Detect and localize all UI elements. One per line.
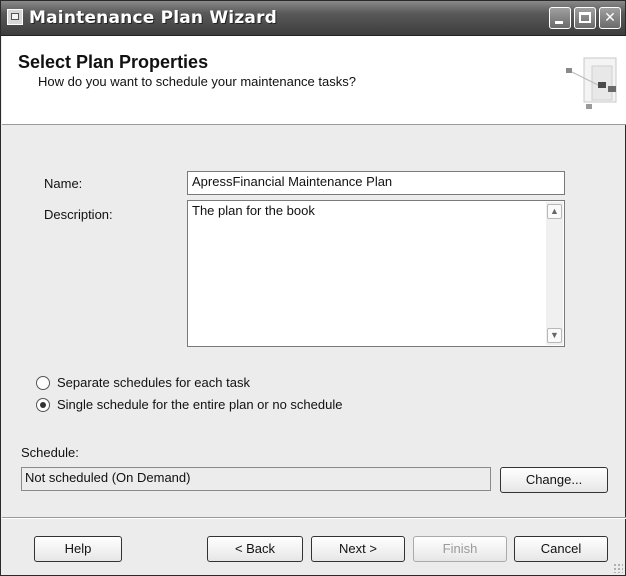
page-subtitle: How do you want to schedule your mainten…	[38, 74, 356, 89]
back-button[interactable]: < Back	[207, 536, 303, 562]
page-title: Select Plan Properties	[18, 52, 209, 72]
description-textarea[interactable]: The plan for the book ▲ ▼	[187, 200, 565, 347]
minimize-icon	[555, 21, 563, 24]
footer-divider	[2, 517, 626, 519]
maximize-icon	[579, 12, 591, 23]
radio-button[interactable]	[36, 398, 50, 412]
wizard-banner-icon	[566, 57, 617, 109]
scroll-up-icon[interactable]: ▲	[547, 204, 562, 219]
name-label: Name:	[44, 176, 83, 191]
resize-grip-icon[interactable]	[613, 563, 623, 573]
title-bar[interactable]: Maintenance Plan Wizard ✕	[1, 1, 625, 36]
description-scrollbar[interactable]: ▲ ▼	[546, 202, 563, 345]
wizard-window: Maintenance Plan Wizard ✕ Select Plan Pr…	[0, 0, 626, 576]
change-schedule-button[interactable]: Change...	[500, 467, 608, 493]
close-button[interactable]: ✕	[599, 7, 621, 29]
scroll-down-icon[interactable]: ▼	[547, 328, 562, 343]
description-text: The plan for the book	[192, 203, 315, 218]
description-label: Description:	[44, 207, 113, 222]
minimize-button[interactable]	[549, 7, 571, 29]
schedule-label: Schedule:	[21, 445, 79, 460]
radio-label: Separate schedules for each task	[57, 375, 250, 390]
help-button[interactable]: Help	[34, 536, 122, 562]
schedule-display: Not scheduled (On Demand)	[21, 467, 491, 491]
radio-label: Single schedule for the entire plan or n…	[57, 397, 343, 412]
maximize-button[interactable]	[574, 7, 596, 29]
cancel-button[interactable]: Cancel	[514, 536, 608, 562]
finish-button[interactable]: Finish	[413, 536, 507, 562]
app-icon	[7, 9, 23, 25]
name-input[interactable]: ApressFinancial Maintenance Plan	[187, 171, 565, 195]
window-title: Maintenance Plan Wizard	[29, 8, 278, 28]
wizard-header: Select Plan Properties How do you want t…	[2, 36, 626, 125]
radio-button[interactable]	[36, 376, 50, 390]
next-button[interactable]: Next >	[311, 536, 405, 562]
close-icon: ✕	[604, 10, 616, 26]
